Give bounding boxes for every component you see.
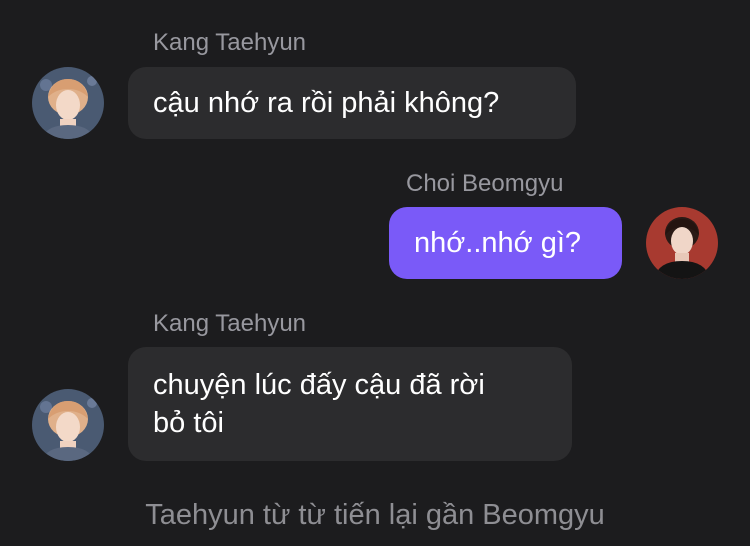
message-bubble-outgoing[interactable]: nhớ..nhớ gì? [389,207,622,279]
avatar-beomgyu[interactable] [646,207,718,279]
avatar-taehyun[interactable] [32,389,104,461]
message-bubble-incoming[interactable]: chuyện lúc đấy cậu đã rời bỏ tôi [128,347,572,461]
avatar-image [646,207,718,279]
sender-name: Kang Taehyun [153,310,307,337]
message-bubble-incoming[interactable]: cậu nhớ ra rồi phải không? [128,67,576,139]
sender-name: Kang Taehyun [153,29,307,56]
message-text: cậu nhớ ra rồi phải không? [153,87,500,119]
message-text-line: bỏ tôi [153,407,224,439]
avatar-image [32,389,104,461]
message-text-line: chuyện lúc đấy cậu đã rời [153,369,485,401]
message-text: nhớ..nhớ gì? [414,227,582,259]
narration-text: Taehyun từ từ tiến lại gần Beomgyu [145,499,605,531]
avatar-image [32,67,104,139]
sender-name: Choi Beomgyu [406,170,564,197]
avatar-taehyun[interactable] [32,67,104,139]
